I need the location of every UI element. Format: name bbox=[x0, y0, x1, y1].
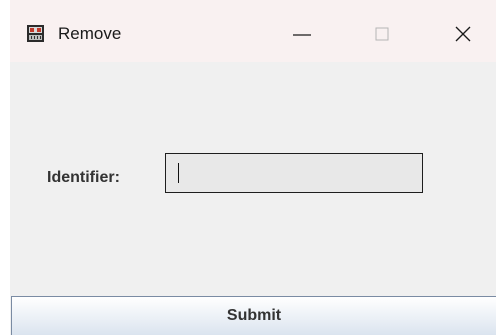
window-title: Remove bbox=[58, 24, 122, 43]
identifier-input[interactable] bbox=[165, 153, 423, 193]
identifier-label: Identifier: bbox=[47, 169, 120, 186]
minimize-button[interactable] bbox=[272, 16, 332, 52]
close-icon bbox=[455, 26, 471, 42]
desktop-background bbox=[0, 0, 10, 335]
close-button[interactable] bbox=[433, 16, 493, 52]
maximize-icon bbox=[375, 27, 389, 41]
text-caret bbox=[178, 163, 179, 183]
maximize-button[interactable] bbox=[352, 16, 412, 52]
java-app-icon bbox=[27, 25, 44, 42]
submit-button[interactable]: Submit bbox=[11, 296, 496, 335]
remove-dialog: Remove Identifier: Submit bbox=[10, 0, 496, 335]
minimize-icon bbox=[293, 34, 311, 36]
title-bar[interactable]: Remove bbox=[10, 0, 496, 62]
